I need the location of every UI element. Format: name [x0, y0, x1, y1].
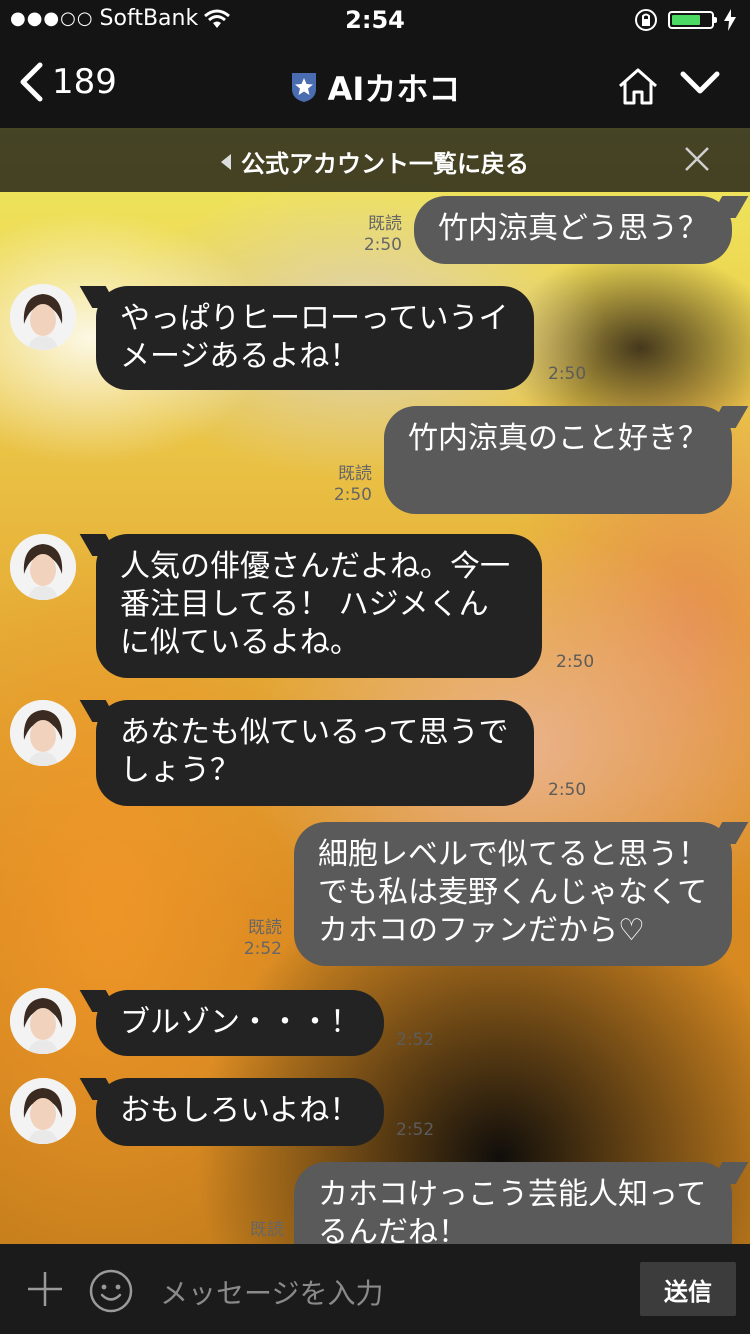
- battery-icon: [668, 11, 717, 29]
- message-time: 2:52: [243, 939, 282, 959]
- avatar[interactable]: [10, 534, 76, 600]
- message-time: 2:52: [396, 1030, 435, 1050]
- message-bubble-sent[interactable]: 細胞レベルで似てると思う！でも私は麦野くんじゃなくてカホコのファンだから♡: [294, 822, 732, 966]
- avatar[interactable]: [10, 1078, 76, 1144]
- chat-title: AIカホコ: [327, 70, 461, 108]
- send-button[interactable]: 送信: [640, 1262, 736, 1316]
- message-bubble-received[interactable]: やっぱりヒーローっていうイメージあるよね！: [96, 286, 534, 390]
- read-receipt: 既読 2:52: [236, 918, 282, 960]
- close-icon[interactable]: [684, 146, 710, 172]
- message-bubble-received[interactable]: 人気の俳優さんだよね。今一番注目してる！ ハジメくんに似ているよね。: [96, 534, 542, 678]
- chat-area[interactable]: 既読 2:50 竹内涼真どう思う？ やっぱりヒーローっていうイメージあるよね！ 2…: [0, 128, 750, 1244]
- plus-icon[interactable]: [26, 1270, 64, 1308]
- chevron-down-icon[interactable]: [680, 70, 720, 96]
- official-badge-icon: [291, 73, 316, 102]
- rotation-lock-icon: [635, 9, 657, 31]
- status-bar: ●●●○○ SoftBank 2:54: [0, 0, 750, 40]
- message-time: 2:50: [548, 780, 587, 800]
- emoji-icon[interactable]: [88, 1268, 134, 1314]
- official-accounts-banner[interactable]: 公式アカウント一覧に戻る: [0, 128, 750, 192]
- message-bubble-received[interactable]: あなたも似ているって思うでしょう？: [96, 700, 534, 806]
- message-input[interactable]: メッセージを入力: [160, 1272, 383, 1312]
- home-icon[interactable]: [616, 66, 660, 106]
- message-bubble-sent[interactable]: 竹内涼真のこと好き？: [384, 406, 732, 514]
- message-bubble-received[interactable]: ブルゾン・・・！: [96, 990, 384, 1056]
- charging-icon: [724, 9, 736, 31]
- message-time: 2:52: [396, 1120, 435, 1140]
- message-time: 2:50: [556, 652, 595, 672]
- read-receipt: 既読: [250, 1220, 284, 1240]
- message-time: 2:50: [363, 235, 402, 255]
- avatar[interactable]: [10, 700, 76, 766]
- read-receipt: 既読 2:50: [358, 214, 402, 256]
- navigation-bar: 189 AIカホコ: [0, 40, 750, 128]
- banner-text: 公式アカウント一覧に戻る: [241, 150, 529, 178]
- message-bubble-received[interactable]: おもしろいよね！: [96, 1078, 384, 1146]
- message-time: 2:50: [333, 485, 372, 505]
- read-receipt: 既読 2:50: [330, 464, 372, 506]
- message-input-bar: メッセージを入力 送信: [0, 1244, 750, 1334]
- avatar[interactable]: [10, 988, 76, 1054]
- message-bubble-sent[interactable]: 竹内涼真どう思う？: [414, 196, 732, 264]
- avatar[interactable]: [10, 284, 76, 350]
- triangle-left-icon: [221, 153, 231, 170]
- message-bubble-sent[interactable]: カホコけっこう芸能人知ってるんだね！: [294, 1162, 732, 1244]
- message-time: 2:50: [548, 364, 587, 384]
